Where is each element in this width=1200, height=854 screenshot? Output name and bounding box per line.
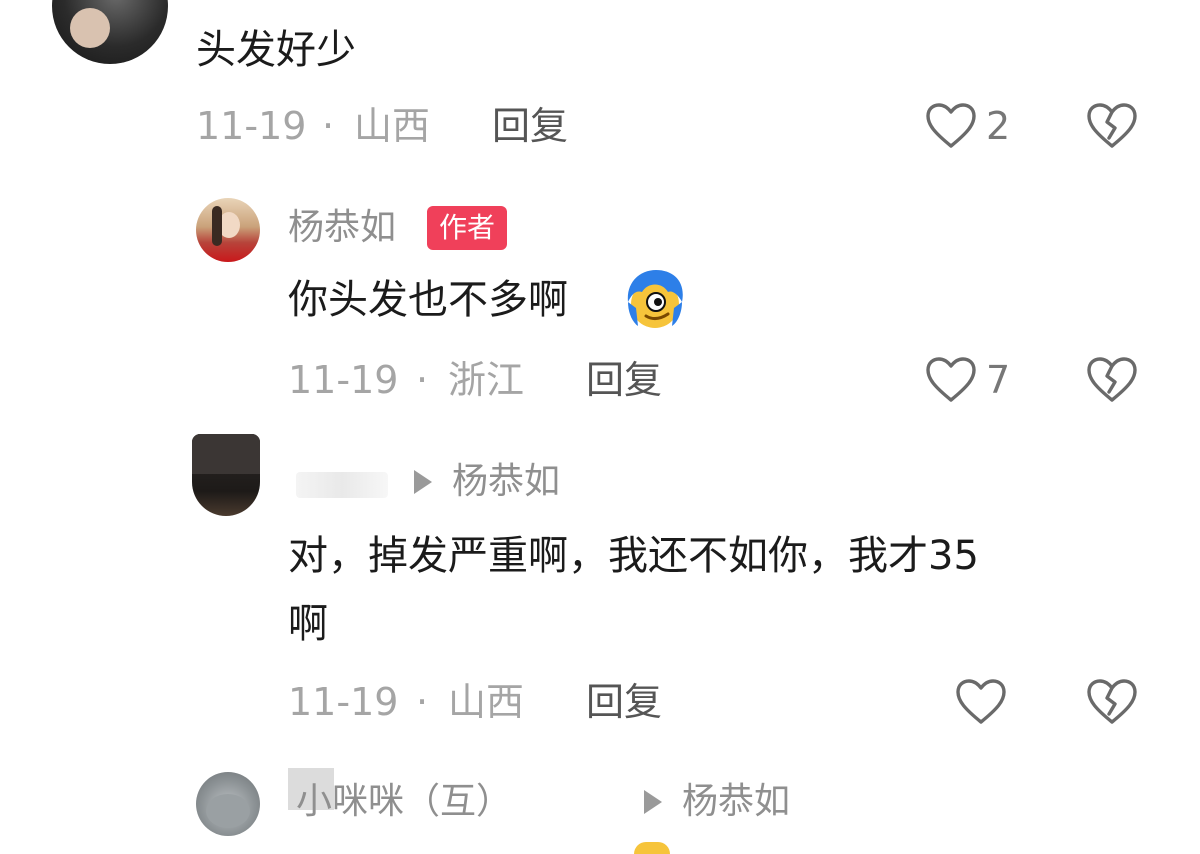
avatar-face — [70, 8, 110, 48]
comment-date: 11-19 — [288, 358, 399, 402]
avatar-shade — [192, 434, 260, 474]
avatar[interactable] — [196, 198, 260, 262]
reply-button[interactable]: 回复 — [586, 680, 662, 724]
comment-date: 11-19 — [196, 104, 307, 148]
author-name[interactable]: 杨恭如 — [288, 206, 396, 250]
blue-hair-smirk-emoji — [622, 268, 688, 332]
author-name[interactable]: 小咪咪（互） — [296, 780, 512, 824]
comment-text: 头发好少 — [196, 27, 356, 73]
comment-date: 11-19 — [288, 680, 399, 724]
play-triangle-icon — [414, 470, 432, 494]
avatar[interactable] — [196, 772, 260, 836]
emoji-peek — [634, 842, 670, 854]
avatar-cat — [206, 794, 250, 828]
like-count: 2 — [986, 104, 1011, 148]
avatar-hair — [212, 206, 222, 246]
comment-location: 山西 — [448, 680, 525, 724]
meta-separator: · — [416, 358, 429, 402]
heart-icon[interactable] — [925, 102, 977, 150]
heart-icon[interactable] — [925, 356, 977, 404]
author-badge: 作者 — [427, 206, 508, 250]
comment-text-line1: 对，掉发严重啊，我还不如你，我才35 — [288, 533, 979, 579]
blurred-username — [296, 472, 388, 498]
meta-separator: · — [416, 680, 429, 724]
avatar[interactable] — [192, 434, 260, 516]
like-count: 7 — [986, 358, 1011, 402]
broken-heart-icon[interactable] — [1086, 678, 1138, 726]
avatar[interactable] — [52, 0, 168, 64]
reply-button[interactable]: 回复 — [492, 104, 568, 148]
broken-heart-icon[interactable] — [1086, 356, 1138, 404]
comment-location: 山西 — [354, 104, 431, 148]
meta-separator: · — [322, 104, 335, 148]
reply-to-name[interactable]: 杨恭如 — [452, 460, 560, 504]
reply-button[interactable]: 回复 — [586, 358, 662, 402]
heart-icon[interactable] — [955, 678, 1007, 726]
reply-to-name[interactable]: 杨恭如 — [682, 780, 790, 824]
play-triangle-icon — [644, 790, 662, 814]
comment-text-content: 你头发也不多啊 — [288, 277, 568, 323]
comment-text: 你头发也不多啊 — [288, 268, 568, 332]
broken-heart-icon[interactable] — [1086, 102, 1138, 150]
comment-location: 浙江 — [448, 358, 525, 402]
comment-text-line2: 啊 — [288, 601, 328, 647]
